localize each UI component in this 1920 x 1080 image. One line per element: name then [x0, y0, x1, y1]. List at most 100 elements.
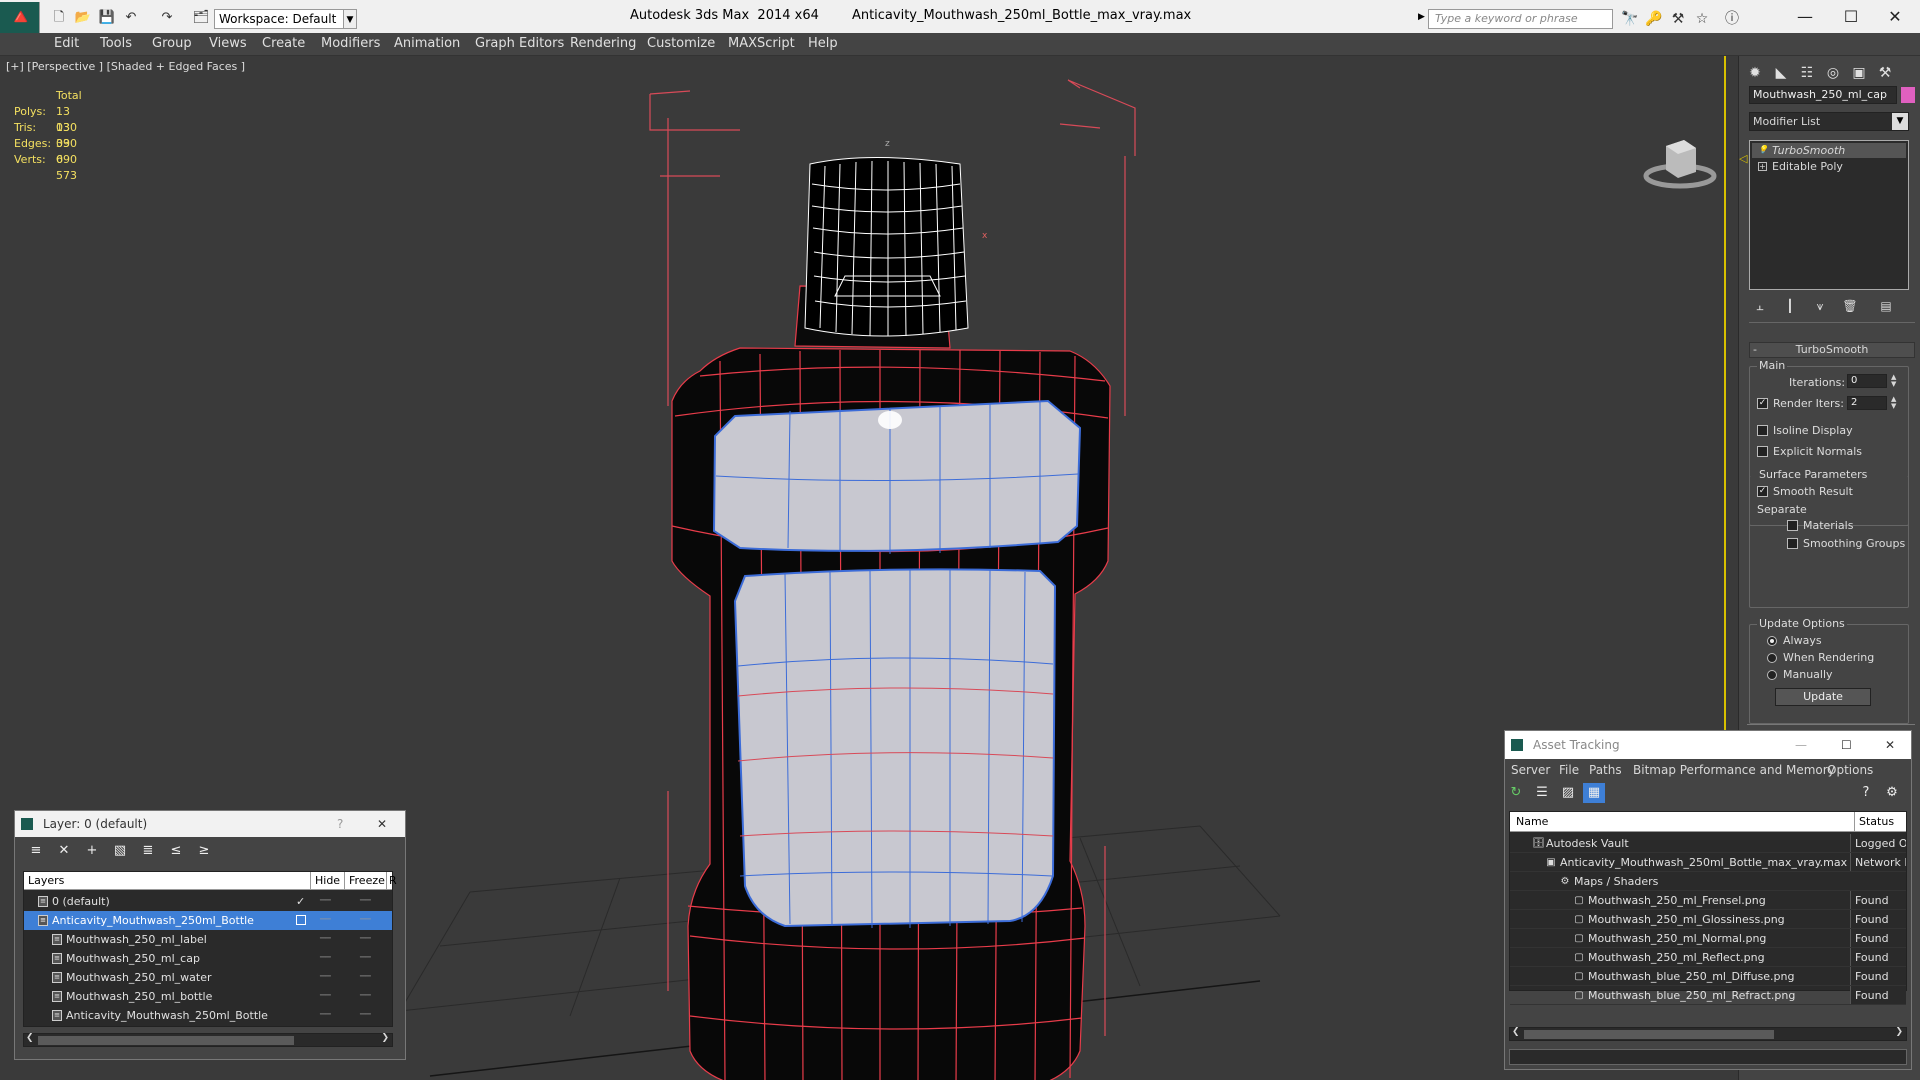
hierarchy-tab-icon[interactable]: ☷: [1795, 62, 1819, 84]
col-name[interactable]: Name: [1516, 812, 1548, 832]
close-panel-button[interactable]: ✕: [1885, 731, 1895, 759]
save-file-icon[interactable]: 💾: [98, 10, 116, 26]
refresh-icon[interactable]: ↻: [1505, 783, 1527, 803]
make-unique-icon[interactable]: ⩛: [1809, 296, 1831, 316]
asset-row[interactable]: ▢ Mouthwash_250_ml_Normal.png Found: [1510, 929, 1906, 948]
menu-help[interactable]: Help: [808, 36, 838, 51]
menu-tools[interactable]: Tools: [100, 36, 132, 51]
asset-row[interactable]: ▣ Anticavity_Mouthwash_250ml_Bottle_max_v…: [1510, 853, 1906, 872]
add-to-layer-icon[interactable]: +: [81, 841, 103, 861]
menu-modifiers[interactable]: Modifiers: [321, 36, 380, 51]
menu-create[interactable]: Create: [262, 36, 305, 51]
render-iters-spinner[interactable]: 2: [1847, 396, 1887, 410]
redo-icon[interactable]: ↷: [158, 10, 176, 26]
create-tab-icon[interactable]: ✹: [1743, 62, 1767, 84]
scroll-thumb[interactable]: [1524, 1030, 1774, 1039]
always-radio[interactable]: [1767, 636, 1777, 646]
open-file-icon[interactable]: 📂: [74, 10, 92, 26]
menu-graph-editors[interactable]: Graph Editors: [475, 36, 564, 51]
search-expand-icon[interactable]: ▶: [1418, 12, 1425, 22]
spinner-arrows-icon[interactable]: ▲ ▼: [1891, 374, 1896, 388]
asset-horizontal-scrollbar[interactable]: ❮ ❯: [1509, 1027, 1907, 1041]
close-button[interactable]: ✕: [1870, 4, 1920, 30]
stack-pin-icon[interactable]: ◁: [1739, 152, 1747, 165]
spinner-arrows-icon[interactable]: ▲ ▼: [1891, 396, 1896, 410]
list-view-icon[interactable]: ☰: [1531, 783, 1553, 803]
favorites-star-icon[interactable]: ☆: [1692, 9, 1712, 29]
close-panel-button[interactable]: ✕: [377, 811, 387, 837]
layer-current-check[interactable]: ✓: [296, 892, 305, 911]
show-end-result-icon[interactable]: ┃: [1779, 296, 1801, 316]
layer-row[interactable]: ≡ 0 (default) ✓ ── ──: [24, 892, 392, 911]
asset-row[interactable]: ▢ Mouthwash_250_ml_Frensel.png Found: [1510, 891, 1906, 910]
asset-row[interactable]: ▢ Mouthwash_250_ml_Glossiness.png Found: [1510, 910, 1906, 929]
smoothing-groups-checkbox[interactable]: [1787, 538, 1798, 549]
tools-icon[interactable]: ⚒: [1668, 9, 1688, 29]
app-logo[interactable]: 🔺: [0, 2, 40, 36]
help-icon[interactable]: ?: [1855, 783, 1877, 803]
layer-horizontal-scrollbar[interactable]: ❮ ❯: [23, 1033, 393, 1047]
object-color-swatch[interactable]: [1901, 87, 1915, 103]
workspace-dropdown-icon[interactable]: ▼: [343, 9, 357, 29]
col-freeze[interactable]: Freeze: [344, 872, 385, 890]
menu-customize[interactable]: Customize: [647, 36, 715, 51]
hide-toggle-icon[interactable]: ──: [320, 930, 331, 949]
when-rendering-radio[interactable]: [1767, 653, 1777, 663]
maximize-panel-button[interactable]: ☐: [1841, 731, 1852, 759]
undo-icon[interactable]: ↶: [122, 10, 140, 26]
asset-panel-header[interactable]: Asset Tracking — ☐ ✕: [1505, 731, 1911, 759]
viewport-label[interactable]: [+] [Perspective ] [Shaded + Edged Faces…: [6, 60, 245, 73]
create-layer-icon[interactable]: ≡: [25, 841, 47, 861]
modifier-list-dropdown[interactable]: Modifier List ▼: [1749, 112, 1909, 131]
help-button[interactable]: ?: [337, 811, 343, 837]
freeze-all-icon[interactable]: ≥: [193, 841, 215, 861]
menu-rendering[interactable]: Rendering: [570, 36, 636, 51]
object-name-field[interactable]: Mouthwash_250_ml_cap: [1749, 86, 1897, 104]
asset-menu-file[interactable]: File: [1559, 763, 1579, 777]
scroll-right-icon[interactable]: ❯: [1895, 1027, 1903, 1037]
asset-row[interactable]: 🗄 Autodesk Vault Logged O: [1510, 834, 1906, 853]
configure-sets-icon[interactable]: ▤: [1875, 296, 1897, 316]
display-tab-icon[interactable]: ▣: [1847, 62, 1871, 84]
explicit-normals-checkbox[interactable]: [1757, 446, 1768, 457]
table-view-icon[interactable]: ▦: [1583, 783, 1605, 803]
new-file-icon[interactable]: 🗋: [50, 10, 68, 26]
scroll-thumb[interactable]: [38, 1036, 294, 1045]
highlight-selected-icon[interactable]: ≣: [137, 841, 159, 861]
asset-menu-paths[interactable]: Paths: [1589, 763, 1622, 777]
col-layers[interactable]: Layers: [28, 872, 64, 890]
expand-plus-icon[interactable]: +: [1758, 162, 1767, 171]
help-icon[interactable]: ⓘ: [1722, 9, 1742, 29]
layer-row[interactable]: ≡ Mouthwash_250_ml_water ── ──: [24, 968, 392, 987]
delete-layer-icon[interactable]: ✕: [53, 841, 75, 861]
thumbnail-view-icon[interactable]: ▨: [1557, 783, 1579, 803]
layer-row[interactable]: ≡ Mouthwash_250_ml_cap ── ──: [24, 949, 392, 968]
smooth-result-checkbox[interactable]: ✓: [1757, 486, 1768, 497]
hide-toggle-icon[interactable]: ──: [320, 968, 331, 987]
asset-row[interactable]: ▢ Mouthwash_blue_250_ml_Diffuse.png Found: [1510, 967, 1906, 986]
col-render[interactable]: R: [386, 872, 397, 890]
freeze-toggle-icon[interactable]: ──: [360, 911, 371, 930]
menu-group[interactable]: Group: [152, 36, 192, 51]
stack-item-turbosmooth[interactable]: 💡 TurboSmooth: [1752, 143, 1906, 158]
freeze-toggle-icon[interactable]: ──: [360, 1006, 371, 1025]
bulb-icon[interactable]: 💡: [1758, 146, 1768, 155]
materials-checkbox[interactable]: [1787, 520, 1798, 531]
menu-animation[interactable]: Animation: [394, 36, 460, 51]
select-objects-icon[interactable]: ▧: [109, 841, 131, 861]
key-icon[interactable]: 🔑: [1644, 9, 1664, 29]
hide-toggle-icon[interactable]: ──: [320, 911, 331, 930]
freeze-toggle-icon[interactable]: ──: [360, 987, 371, 1006]
iterations-spinner[interactable]: 0: [1847, 374, 1887, 388]
workspace-selector[interactable]: Workspace: Default: [214, 9, 354, 29]
make-current-box[interactable]: [296, 915, 306, 925]
hide-all-icon[interactable]: ≤: [165, 841, 187, 861]
menu-views[interactable]: Views: [209, 36, 247, 51]
layer-row[interactable]: ≡ Mouthwash_250_ml_bottle ── ──: [24, 987, 392, 1006]
render-iters-checkbox[interactable]: ✓: [1757, 398, 1768, 409]
minimize-panel-button[interactable]: —: [1795, 731, 1807, 759]
pin-stack-icon[interactable]: ⫠: [1749, 296, 1771, 316]
modify-tab-icon[interactable]: ◣: [1769, 62, 1793, 84]
hide-toggle-icon[interactable]: ──: [320, 949, 331, 968]
settings-icon[interactable]: ⚙: [1881, 783, 1903, 803]
